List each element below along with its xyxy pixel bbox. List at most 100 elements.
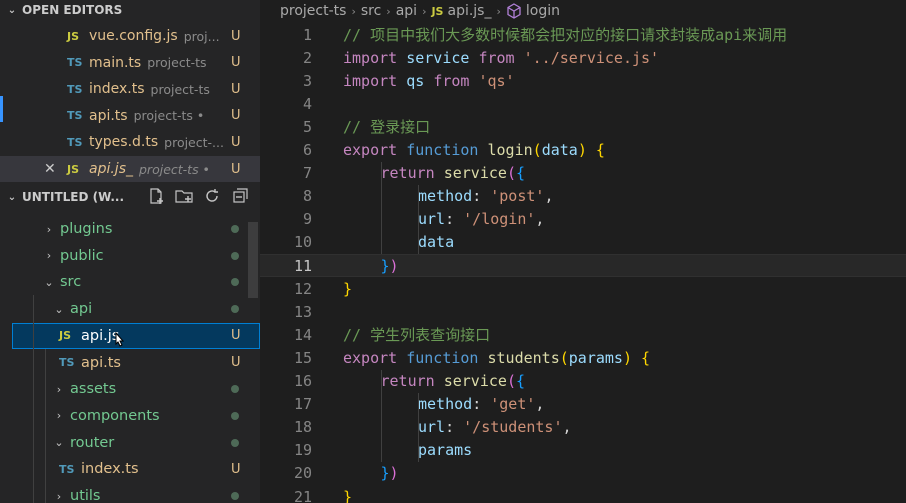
breadcrumb-item[interactable]: project-ts	[280, 3, 346, 19]
indent-guide	[381, 369, 382, 462]
code-token: ,	[535, 210, 545, 229]
code-text[interactable]: import service from '../service.js'	[343, 49, 659, 67]
code-line[interactable]: 2 import service from '../service.js'	[260, 46, 906, 69]
tree-folder[interactable]: › components	[12, 403, 260, 429]
open-editor-item[interactable]: TS api.ts project-ts • s... U	[0, 103, 260, 129]
code-token: )	[389, 464, 399, 483]
code-token: service	[443, 164, 507, 183]
code-line[interactable]: 19 params	[260, 439, 906, 462]
breadcrumb-symbol[interactable]: login	[526, 3, 560, 19]
code-line[interactable]: 10 data	[260, 231, 906, 254]
code-token: )	[577, 141, 587, 159]
untracked-badge: U	[231, 355, 241, 370]
code-line[interactable]: 13	[260, 300, 906, 323]
code-line[interactable]: 15 export function students(params) {	[260, 346, 906, 369]
code-text[interactable]: // 学生列表查询接口	[343, 324, 490, 345]
code-text[interactable]: return service({	[381, 164, 526, 182]
code-text[interactable]: // 登录接口	[343, 116, 430, 137]
open-editor-item[interactable]: TS types.d.ts project-... U	[0, 129, 260, 155]
code-text[interactable]: return service({	[381, 372, 526, 390]
sidebar-scrollbar[interactable]	[248, 222, 258, 298]
code-line[interactable]: 12}	[260, 277, 906, 300]
code-line[interactable]: 5 // 登录接口	[260, 115, 906, 138]
collapse-all-icon[interactable]	[230, 186, 250, 206]
code-token: function	[406, 141, 479, 159]
tree-file[interactable]: JS api.js U	[12, 322, 260, 349]
breadcrumb-item[interactable]: api	[396, 3, 417, 19]
code-line[interactable]: 20})	[260, 462, 906, 485]
code-line[interactable]: 17 method: 'get',	[260, 393, 906, 416]
code-token: }	[380, 256, 390, 275]
code-text[interactable]: }	[343, 280, 352, 298]
tree-file[interactable]: TS index.ts U	[12, 456, 260, 482]
tree-folder[interactable]: › public	[12, 243, 260, 269]
code-token: qs	[406, 71, 425, 90]
code-line[interactable]: 21}	[260, 485, 906, 503]
code-line[interactable]: 3 import qs from 'qs'	[260, 69, 906, 92]
chevron-right-icon: ›	[56, 489, 62, 503]
new-file-icon[interactable]	[146, 186, 166, 206]
code-text[interactable]: }	[343, 488, 352, 503]
tree-folder[interactable]: › utils	[12, 483, 260, 503]
breadcrumb-file[interactable]: api.js_	[447, 3, 491, 19]
tree-folder[interactable]: ⌄ src	[12, 269, 260, 295]
code-line[interactable]: 1 // 项目中我们大多数时候都会把对应的接口请求封装成api来调用	[260, 23, 906, 46]
ts-file-icon: TS	[67, 135, 83, 149]
open-editor-item[interactable]: ✕ JS api.js_ project-ts • ... U	[0, 156, 260, 182]
code-text[interactable]: method: 'post',	[418, 187, 553, 205]
tree-folder[interactable]: › assets	[12, 376, 260, 402]
code-token: :	[472, 395, 491, 414]
code-editor[interactable]: project-ts › src › api › JS api.js_ › login 1 // 项…	[260, 0, 906, 503]
file-name: index.ts	[81, 461, 139, 478]
open-editors-header[interactable]: ⌄ OPEN EDITORS	[0, 0, 260, 21]
code-text[interactable]: method: 'get',	[418, 395, 544, 413]
code-text[interactable]: export function login(data) {	[343, 141, 605, 159]
code-text[interactable]: data	[418, 233, 454, 251]
modified-dot	[231, 492, 239, 500]
code-text[interactable]: })	[381, 257, 399, 275]
code-token: '../service.js'	[523, 48, 660, 67]
tree-folder[interactable]: ⌄ router	[12, 430, 260, 456]
code-line[interactable]: 4	[260, 92, 906, 115]
modified-dot	[231, 438, 239, 447]
new-folder-icon[interactable]	[174, 186, 194, 206]
untracked-badge: U	[231, 81, 241, 97]
code-line[interactable]: 8 method: 'post',	[260, 185, 906, 208]
code-text[interactable]: // 项目中我们大多数时候都会把对应的接口请求封装成api来调用	[343, 24, 787, 45]
code-line[interactable]: 16 return service({	[260, 370, 906, 393]
code-token: :	[445, 210, 464, 229]
open-editor-item[interactable]: TS index.ts project-ts U	[0, 76, 260, 102]
code-line[interactable]: 7 return service({	[260, 162, 906, 185]
open-editor-filename: index.ts	[89, 81, 145, 98]
code-line[interactable]: 14 // 学生列表查询接口	[260, 323, 906, 346]
code-line[interactable]: 18 url: '/students',	[260, 416, 906, 439]
line-number: 18	[293, 418, 312, 437]
code-text[interactable]: export function students(params) {	[343, 349, 650, 367]
code-token: // 项目中我们大多数时候都会把对应的接口请求封装成api来调用	[343, 26, 788, 44]
explorer-sidebar: ⌄ OPEN EDITORS JS vue.config.js proj... U TS…	[0, 0, 260, 503]
indent-guide	[33, 295, 34, 503]
code-line[interactable]: 11})	[260, 254, 906, 277]
code-line[interactable]: 6 export function login(data) {	[260, 139, 906, 162]
code-token: // 学生列表查询接口	[343, 326, 491, 345]
tree-folder[interactable]: ⌄ api	[12, 296, 260, 322]
code-token: login	[487, 141, 533, 159]
breadcrumb-item[interactable]: src	[361, 3, 381, 19]
open-editor-item[interactable]: JS vue.config.js proj... U	[0, 23, 260, 49]
code-text[interactable]: url: '/students',	[418, 418, 572, 436]
close-icon[interactable]: ✕	[44, 161, 56, 177]
code-text[interactable]: params	[418, 441, 472, 459]
untracked-badge: U	[231, 161, 241, 177]
code-text[interactable]: })	[381, 464, 399, 482]
code-token: ,	[562, 418, 572, 437]
tree-folder[interactable]: › plugins	[12, 216, 260, 242]
indent-guide	[381, 161, 382, 254]
refresh-icon[interactable]	[202, 186, 222, 206]
code-text[interactable]: url: '/login',	[418, 210, 544, 228]
code-line[interactable]: 9 url: '/login',	[260, 208, 906, 231]
code-token: export	[343, 348, 398, 367]
tree-file[interactable]: TS api.ts U	[12, 350, 260, 376]
open-editor-item[interactable]: TS main.ts project-ts U	[0, 50, 260, 76]
code-text[interactable]: import qs from 'qs'	[343, 72, 515, 90]
